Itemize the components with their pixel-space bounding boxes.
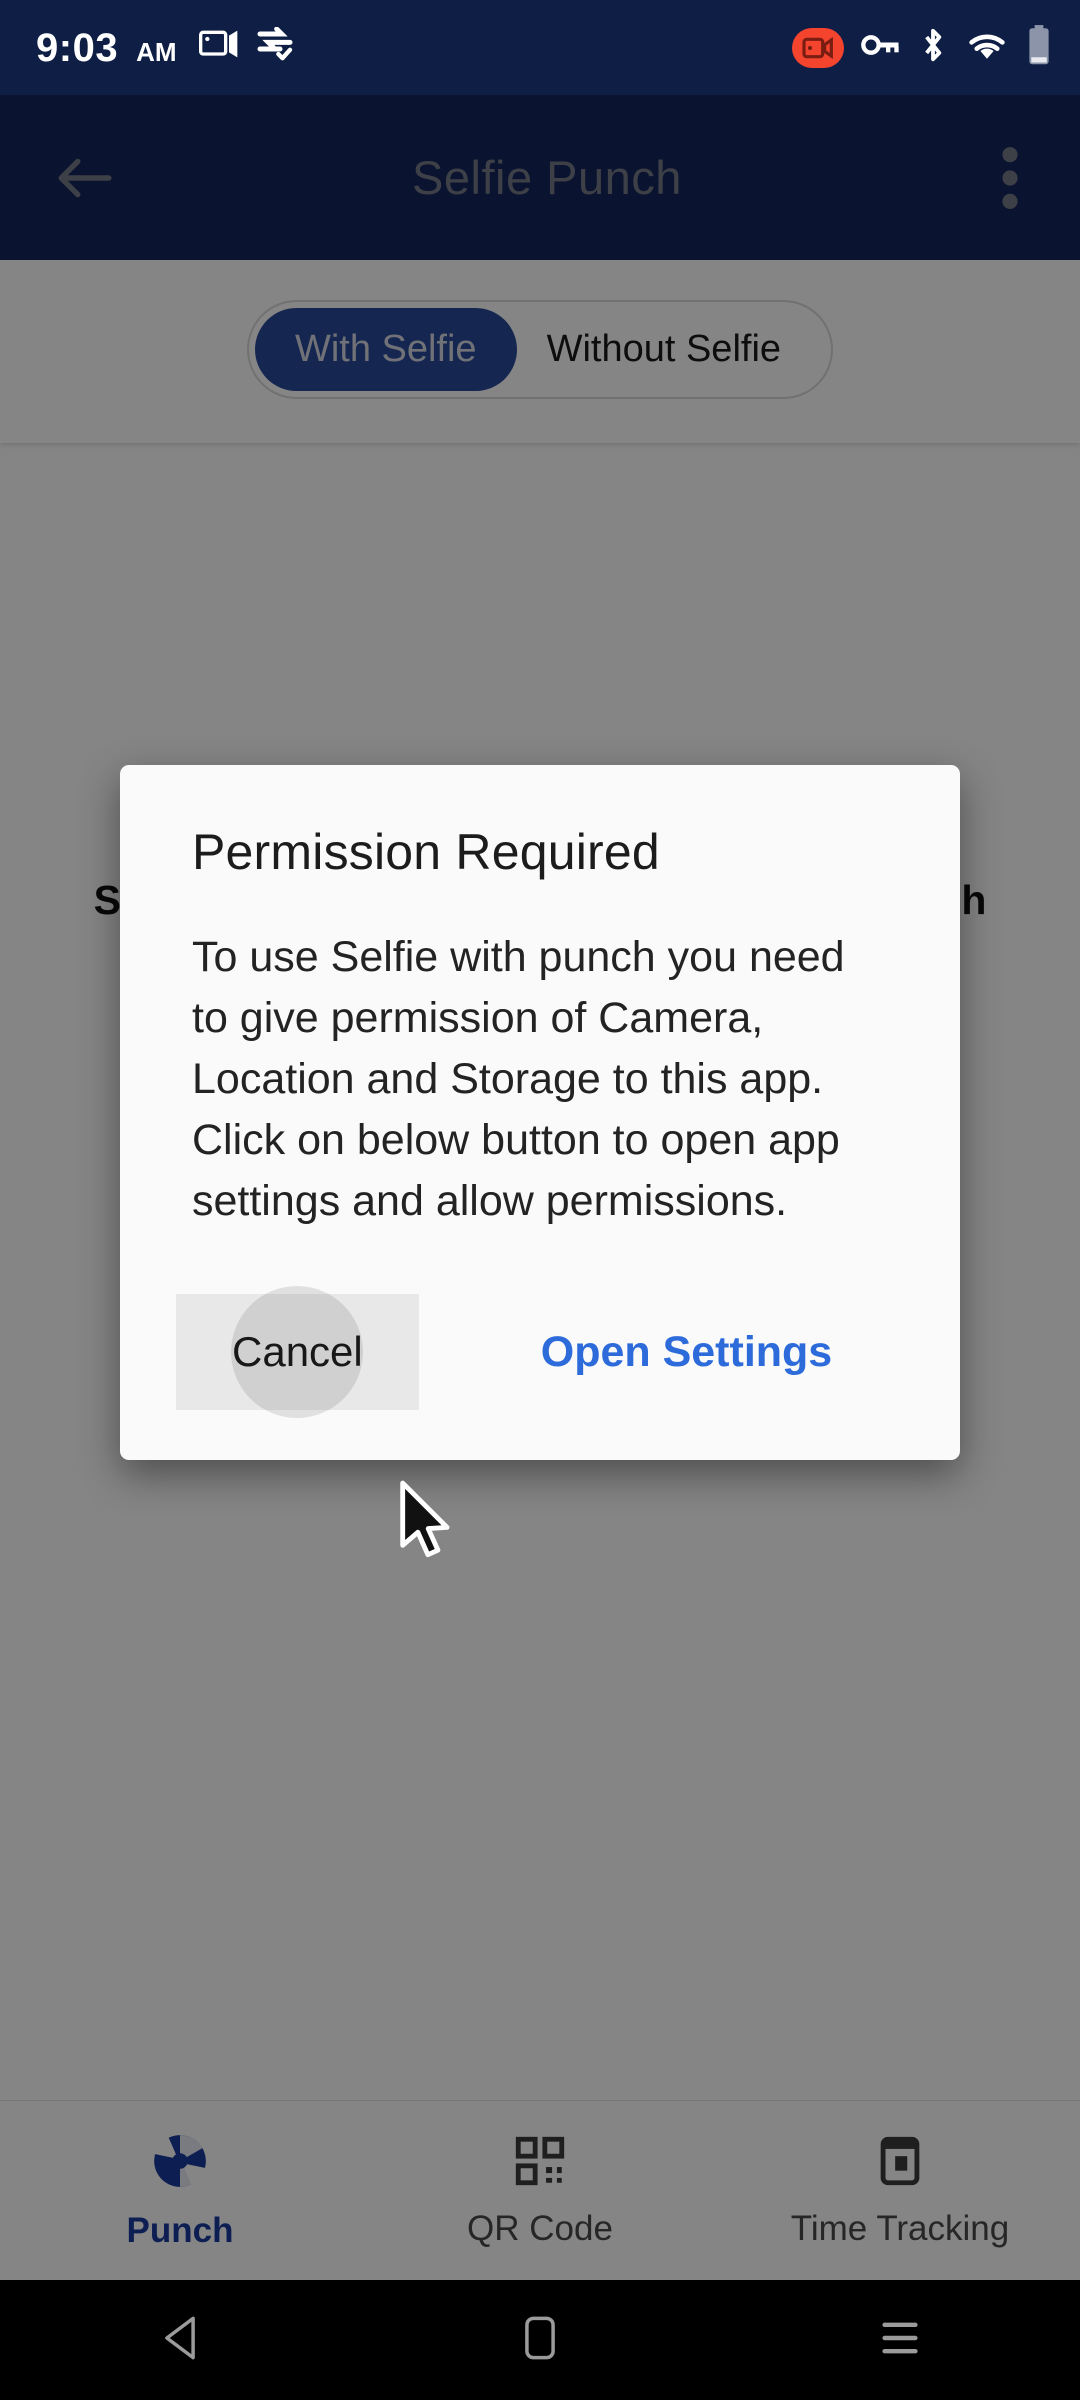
battery-low-icon — [1026, 24, 1052, 71]
cancel-button[interactable]: Cancel — [176, 1286, 419, 1419]
status-clock-ampm: AM — [136, 37, 177, 67]
menu-lines-icon — [878, 2316, 922, 2365]
dialog-body-text: To use Selfie with punch you need to giv… — [192, 933, 845, 1226]
sync-check-icon — [255, 26, 295, 66]
app-bar-scrim — [0, 95, 1080, 260]
rounded-square-home-icon — [521, 2314, 559, 2367]
wifi-icon — [965, 28, 1009, 67]
open-settings-button[interactable]: Open Settings — [541, 1328, 832, 1377]
phone-screen: With Selfie Without Selfie Something wen… — [0, 0, 1080, 2400]
cancel-button-label: Cancel — [232, 1328, 363, 1376]
dialog-title: Permission Required — [192, 824, 660, 880]
status-bar-left: 9:03 AM — [36, 26, 295, 70]
system-navigation-bar — [0, 2280, 1080, 2400]
system-back-button[interactable] — [0, 2314, 360, 2367]
screen-record-icon — [792, 27, 844, 68]
status-bar: 9:03 AM — [0, 0, 1080, 95]
vpn-key-icon — [861, 30, 901, 65]
bluetooth-icon — [918, 26, 948, 69]
triangle-back-icon — [157, 2314, 203, 2367]
system-recents-button[interactable] — [720, 2316, 1080, 2365]
cast-screen-icon — [198, 27, 239, 66]
system-home-button[interactable] — [360, 2314, 720, 2367]
status-bar-right — [792, 24, 1052, 71]
permission-dialog: Permission Required To use Selfie with p… — [120, 765, 960, 1461]
status-clock: 9:03 — [36, 26, 119, 70]
dialog-actions: Cancel Open Settings — [120, 1232, 960, 1460]
